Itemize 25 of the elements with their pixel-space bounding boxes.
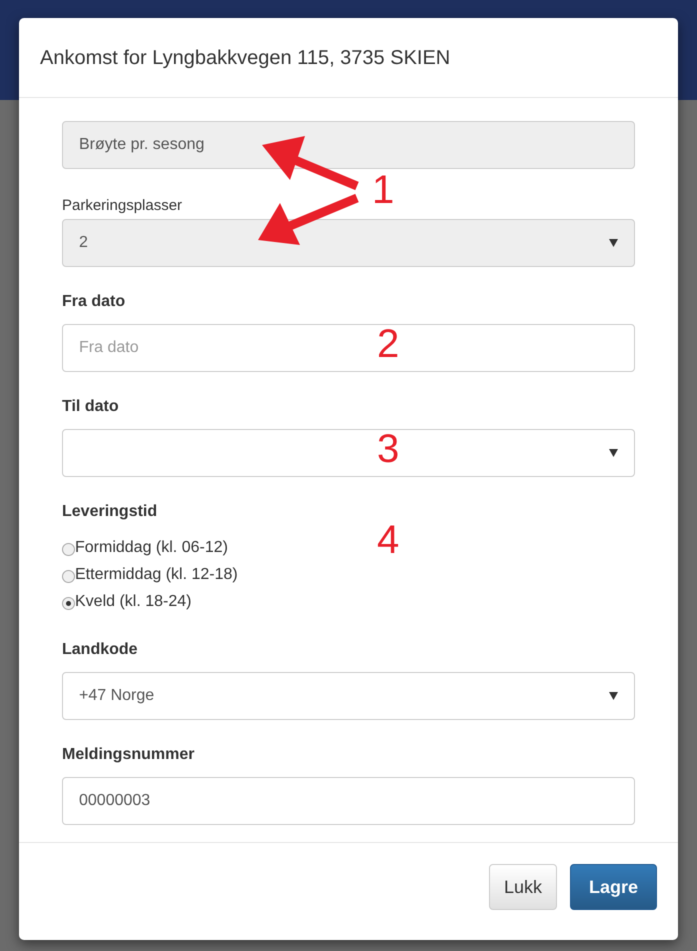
- radio-label: Kveld (kl. 18-24): [75, 592, 192, 612]
- dropdown-field[interactable]: [62, 429, 635, 477]
- field-label: Leveringstid: [62, 502, 158, 522]
- annotation-number: 2: [377, 322, 400, 366]
- radio-button[interactable]: [62, 597, 75, 610]
- modal-title: Ankomst for Lyngbakkvegen 115, 3735 SKIEN: [40, 46, 450, 70]
- save-button[interactable]: Lagre: [570, 864, 657, 910]
- input-field[interactable]: 00000003: [62, 777, 635, 825]
- caret-icon: [609, 239, 618, 247]
- field-label: Fra dato: [62, 292, 126, 312]
- annotation-number: 3: [377, 427, 400, 471]
- radio-label: Formiddag (kl. 06-12): [75, 538, 228, 558]
- annotation-number: 1: [372, 168, 394, 212]
- annotation-number: 4: [377, 518, 400, 562]
- close-button[interactable]: Lukk: [488, 864, 557, 910]
- field-label: Landkode: [62, 640, 139, 660]
- radio-button[interactable]: [62, 543, 75, 556]
- dropdown-field[interactable]: +47 Norge: [62, 672, 635, 720]
- caret-icon: [609, 692, 618, 700]
- radio-button[interactable]: [62, 570, 75, 583]
- caret-icon: [609, 449, 618, 457]
- radio-label: Ettermiddag (kl. 12-18): [75, 564, 238, 584]
- field-label: Meldingsnummer: [62, 745, 196, 765]
- field-label: Til dato: [62, 397, 120, 417]
- field-label: Parkeringsplasser: [62, 197, 184, 215]
